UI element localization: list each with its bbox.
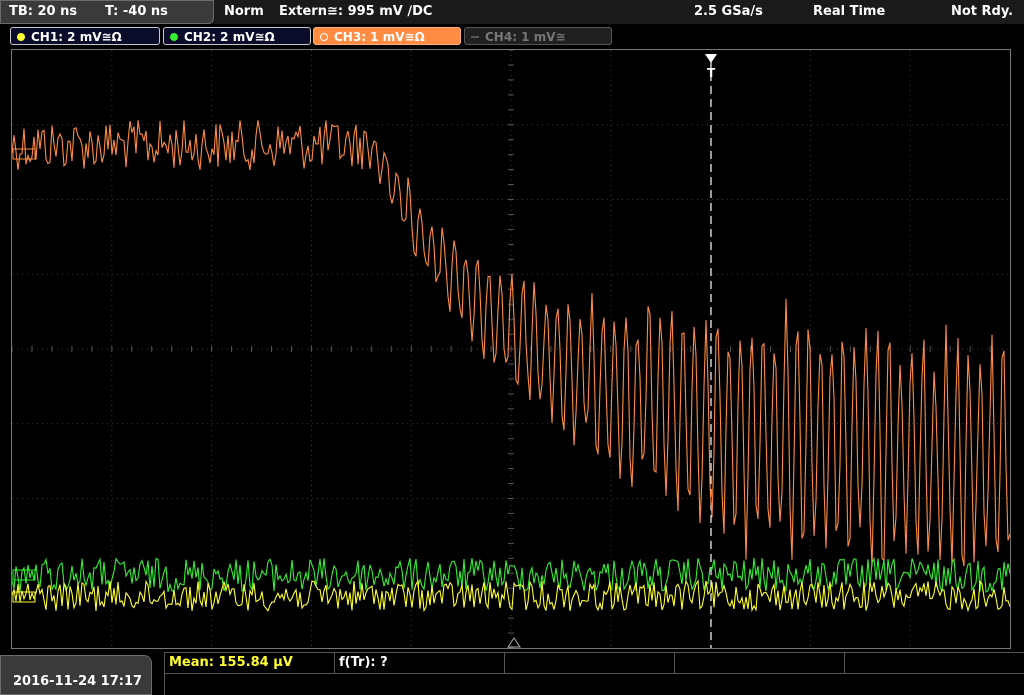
measurement-cell-2[interactable]: f(Tr): ?: [335, 653, 505, 673]
sample-rate: 2.5 GSa/s: [694, 4, 763, 19]
measurement-cell-1[interactable]: Mean: 155.84 µV: [165, 653, 335, 673]
channel-2-dot-icon: [170, 33, 178, 41]
trigger-offset-value: T: -40 ns: [105, 4, 168, 19]
time-reference-icon: [507, 637, 521, 648]
measurement-frequency: f(Tr): ?: [339, 655, 388, 670]
channel-3-label: CH3: 1 mV≅Ω: [334, 30, 425, 44]
trigger-source[interactable]: Extern≅: 995 mV ∕DC: [279, 4, 432, 19]
channel-2-label: CH2: 2 mV≅Ω: [184, 30, 275, 44]
channel-1-dot-icon: [17, 33, 25, 41]
channel-1-label: CH1: 2 mV≅Ω: [31, 30, 122, 44]
measurement-cell-5[interactable]: [845, 653, 1024, 673]
acquisition-mode: Real Time: [813, 4, 886, 19]
measurement-cell-4[interactable]: [675, 653, 845, 673]
acquisition-state: Not Rdy.: [951, 4, 1014, 19]
timebase-box[interactable]: TB: 20 ns T: -40 ns: [0, 0, 214, 24]
waveform-svg: T: [11, 49, 1011, 649]
channel-4-tab[interactable]: CH4: 1 mV≅: [464, 27, 612, 45]
trigger-position-icon[interactable]: [705, 54, 717, 63]
channel-4-dot-icon: [471, 36, 479, 38]
timebase-value: TB: 20 ns: [9, 4, 78, 19]
measurement-mean: Mean: 155.84 µV: [169, 655, 293, 670]
channel-2-tab[interactable]: CH2: 2 mV≅Ω: [163, 27, 311, 45]
measurement-cell-3[interactable]: [505, 653, 675, 673]
waveform-display[interactable]: T: [11, 49, 1011, 649]
datetime: 2016-11-24 17:17: [13, 674, 143, 689]
trigger-marker-label: T: [707, 66, 716, 80]
channel-3-waveform: [11, 120, 1011, 567]
channel-4-label: CH4: 1 mV≅: [485, 30, 566, 44]
channel-1-tab[interactable]: CH1: 2 mV≅Ω: [10, 27, 160, 45]
datetime-box: 2016-11-24 17:17: [0, 655, 152, 695]
channel-3-dot-icon: [320, 33, 328, 41]
measurement-divider: [165, 673, 1024, 674]
trigger-mode[interactable]: Norm: [224, 4, 264, 19]
measurement-panel[interactable]: Mean: 155.84 µV f(Tr): ?: [164, 652, 1024, 695]
top-status-bar: TB: 20 ns T: -40 ns Norm Extern≅: 995 mV…: [0, 0, 1024, 24]
channel-3-tab[interactable]: CH3: 1 mV≅Ω: [313, 27, 461, 45]
